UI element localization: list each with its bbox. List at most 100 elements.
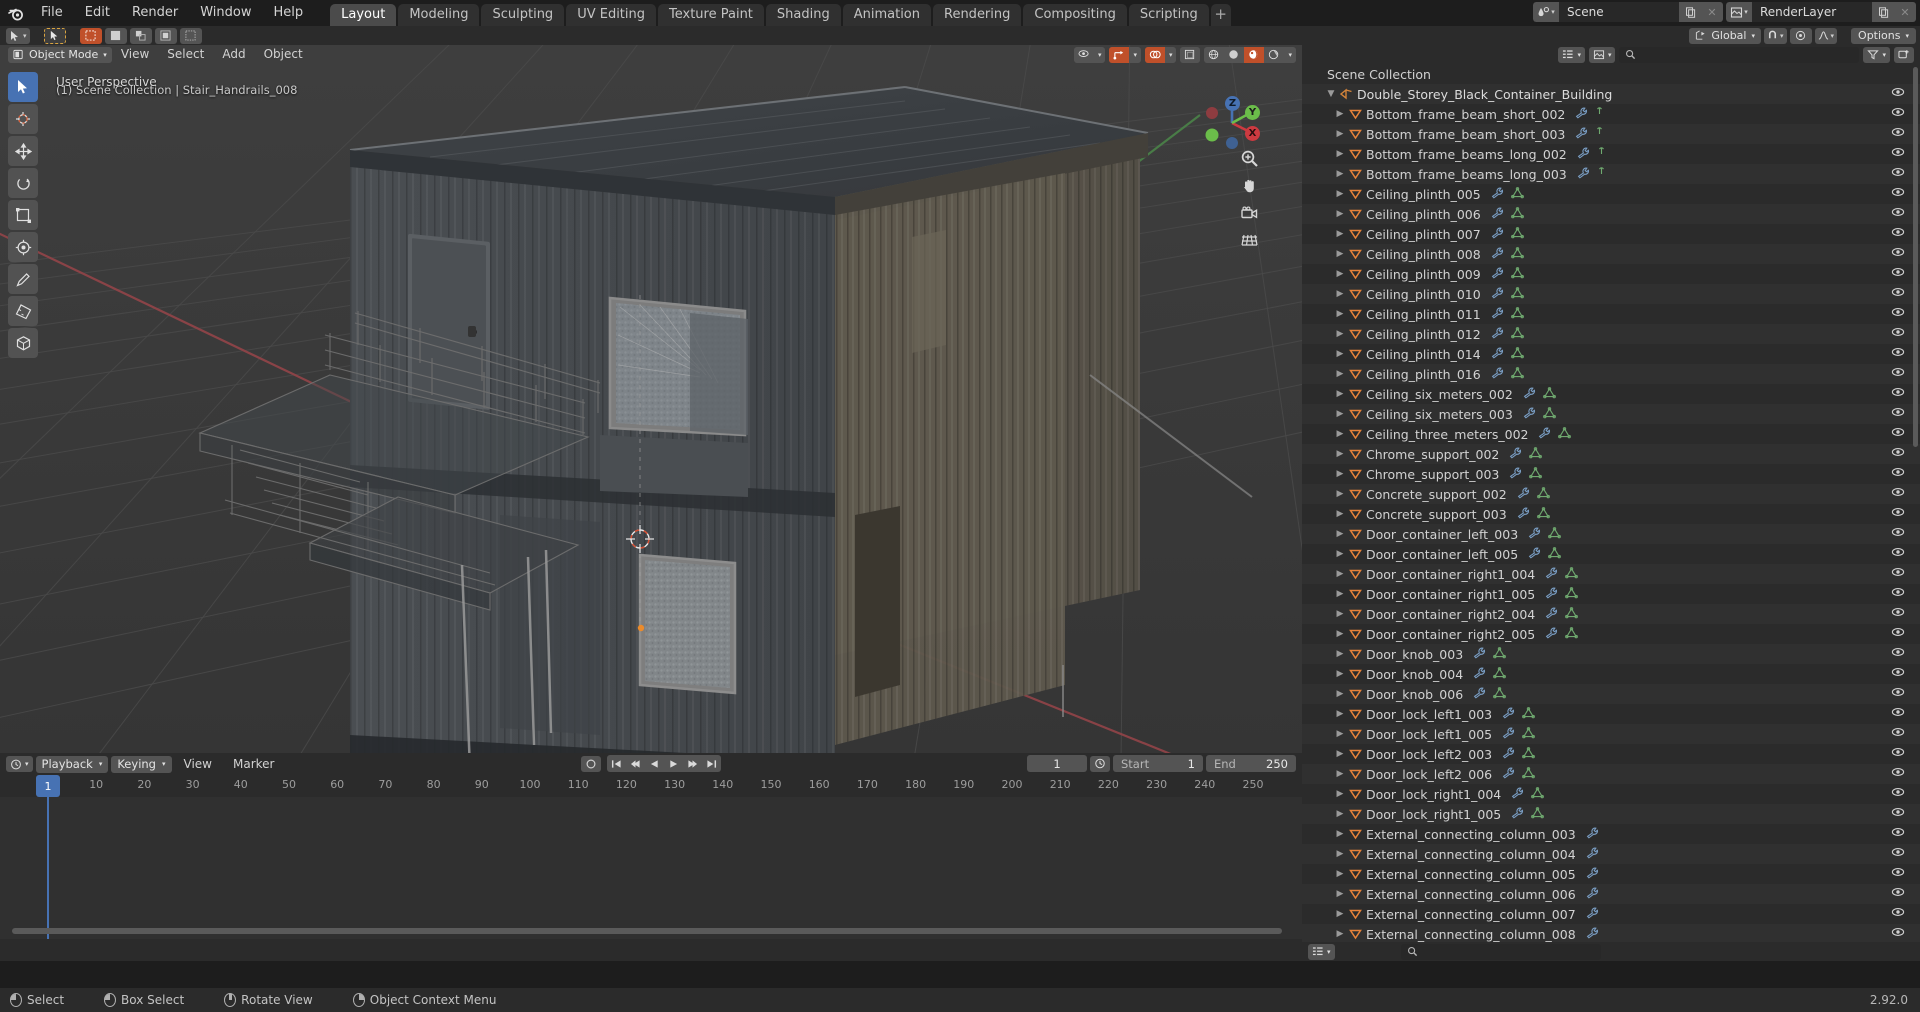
disclosure-triangle-icon[interactable]: ▶ [1333, 469, 1347, 479]
mesh-data-icon[interactable] [1522, 766, 1536, 782]
disclosure-triangle-icon[interactable]: ▶ [1333, 449, 1347, 459]
modifier-wrench-icon[interactable] [1491, 247, 1504, 262]
outliner-row-object[interactable]: ▶ External_connecting_column_004 [1302, 844, 1920, 864]
disclosure-triangle-icon[interactable]: ▶ [1333, 889, 1347, 899]
jump-to-end-button[interactable] [702, 755, 721, 772]
timeline-editor-type-icon[interactable]: ▾ [6, 756, 33, 772]
playback-dropdown[interactable]: Playback ▾ [35, 755, 109, 773]
hide-in-viewport-icon[interactable] [1891, 146, 1905, 161]
select-intersect-button[interactable] [179, 27, 202, 44]
hide-in-viewport-icon[interactable] [1891, 626, 1905, 641]
select-extend-button[interactable] [104, 27, 127, 44]
disclosure-triangle-icon[interactable]: ▶ [1333, 629, 1347, 639]
disclosure-triangle-icon[interactable]: ▶ [1333, 569, 1347, 579]
move-tool-icon[interactable] [8, 136, 38, 166]
mesh-data-icon[interactable] [1510, 346, 1524, 362]
outliner-row-object[interactable]: ▶ Door_lock_left1_005 [1302, 724, 1920, 744]
pan-hand-icon[interactable] [1236, 173, 1262, 199]
modifier-wrench-icon[interactable] [1491, 267, 1504, 282]
disclosure-triangle-icon[interactable]: ▼ [1324, 89, 1338, 99]
disclosure-triangle-icon[interactable]: ▶ [1333, 729, 1347, 739]
play-button[interactable] [664, 755, 683, 772]
outliner-row-object[interactable]: ▶ Door_container_left_003 [1302, 524, 1920, 544]
outliner-display-mode-dropdown[interactable]: ▾ [1588, 46, 1616, 63]
outliner-row-object[interactable]: ▶ Door_lock_left2_003 [1302, 744, 1920, 764]
material-preview-shading-icon[interactable] [1244, 46, 1265, 63]
outliner-search-input[interactable] [1619, 46, 1860, 63]
disclosure-triangle-icon[interactable]: ▶ [1333, 849, 1347, 859]
hide-in-viewport-icon[interactable] [1891, 486, 1905, 501]
jump-to-start-button[interactable] [607, 755, 626, 772]
hide-in-viewport-icon[interactable] [1891, 306, 1905, 321]
scale-tool-icon[interactable] [8, 200, 38, 230]
modifier-wrench-icon[interactable] [1491, 187, 1504, 202]
hide-in-viewport-icon[interactable] [1891, 566, 1905, 581]
timeline-playhead-label[interactable]: 1 [36, 775, 60, 797]
modifier-wrench-icon[interactable] [1511, 787, 1524, 802]
use-preview-range-icon[interactable] [1090, 755, 1110, 772]
mesh-data-icon[interactable] [1510, 326, 1524, 342]
disclosure-triangle-icon[interactable]: ▶ [1333, 229, 1347, 239]
blender-logo-icon[interactable] [0, 0, 30, 26]
modifier-wrench-icon[interactable] [1491, 207, 1504, 222]
mesh-data-icon[interactable] [1597, 166, 1606, 182]
outliner-row-object[interactable]: ▶ Chrome_support_003 [1302, 464, 1920, 484]
hide-in-viewport-icon[interactable] [1891, 426, 1905, 441]
mesh-data-icon[interactable] [1529, 466, 1543, 482]
modifier-wrench-icon[interactable] [1509, 447, 1522, 462]
filter-funnel-icon[interactable]: ▾ [1863, 46, 1890, 63]
timeline-scrollbar[interactable] [12, 928, 1282, 934]
auto-keying-button[interactable] [581, 755, 601, 772]
disclosure-triangle-icon[interactable]: ▶ [1333, 109, 1347, 119]
outliner-row-object[interactable]: ▶ Door_knob_004 [1302, 664, 1920, 684]
outliner-row-object[interactable]: ▶ Ceiling_plinth_006 [1302, 204, 1920, 224]
disclosure-triangle-icon[interactable]: ▶ [1333, 609, 1347, 619]
select-subtract-button[interactable] [129, 27, 152, 44]
new-view-layer-button[interactable] [1872, 2, 1894, 22]
outliner-row-object[interactable]: ▶ External_connecting_column_007 [1302, 904, 1920, 924]
proportional-edit-button[interactable] [1789, 27, 1812, 44]
mesh-data-icon[interactable] [1510, 306, 1524, 322]
menu-render[interactable]: Render [121, 0, 189, 26]
outliner-row-object[interactable]: ▶ Ceiling_plinth_014 [1302, 344, 1920, 364]
hide-in-viewport-icon[interactable] [1891, 846, 1905, 861]
hide-in-viewport-icon[interactable] [1891, 526, 1905, 541]
tab-animation[interactable]: Animation [842, 4, 931, 26]
rotate-tool-icon[interactable] [8, 168, 38, 198]
outliner-row-object[interactable]: ▶ External_connecting_column_008 [1302, 924, 1920, 942]
cursor-tool-icon[interactable] [8, 104, 38, 134]
view-layer-name[interactable]: RenderLayer [1752, 2, 1872, 22]
hide-in-viewport-icon[interactable] [1891, 806, 1905, 821]
disclosure-triangle-icon[interactable]: ▶ [1333, 649, 1347, 659]
modifier-wrench-icon[interactable] [1545, 607, 1558, 622]
modifier-wrench-icon[interactable] [1545, 587, 1558, 602]
disclosure-triangle-icon[interactable]: ▶ [1333, 289, 1347, 299]
transform-tool-icon[interactable] [8, 232, 38, 262]
modifier-wrench-icon[interactable] [1577, 147, 1590, 162]
hide-in-viewport-icon[interactable] [1891, 386, 1905, 401]
outliner-row-object[interactable]: ▶ Door_lock_right1_005 [1302, 804, 1920, 824]
gizmo-axis-z[interactable]: Z [1225, 96, 1240, 111]
viewport-menu-view[interactable]: View [112, 45, 158, 64]
outliner-row-object[interactable]: ▶ Ceiling_plinth_011 [1302, 304, 1920, 324]
visibility-group[interactable]: ▾ [1073, 46, 1106, 63]
disclosure-triangle-icon[interactable]: ▶ [1333, 349, 1347, 359]
outliner-row-object[interactable]: ▶ Door_container_left_005 [1302, 544, 1920, 564]
modifier-wrench-icon[interactable] [1511, 807, 1524, 822]
disclosure-triangle-icon[interactable]: ▶ [1333, 809, 1347, 819]
remove-scene-button[interactable]: ✕ [1701, 2, 1723, 22]
modifier-wrench-icon[interactable] [1545, 567, 1558, 582]
disclosure-triangle-icon[interactable]: ▶ [1333, 549, 1347, 559]
disclosure-triangle-icon[interactable]: ▶ [1333, 149, 1347, 159]
toggle-xray-icon[interactable] [1180, 47, 1200, 63]
outliner-row-object[interactable]: ▶ Concrete_support_003 [1302, 504, 1920, 524]
modifier-wrench-icon[interactable] [1545, 627, 1558, 642]
new-collection-icon[interactable] [1894, 46, 1914, 63]
menu-edit[interactable]: Edit [74, 0, 121, 26]
mesh-data-icon[interactable] [1510, 266, 1524, 282]
outliner-row-object[interactable]: ▶ Door_lock_left2_006 [1302, 764, 1920, 784]
disclosure-triangle-icon[interactable]: ▶ [1333, 829, 1347, 839]
menu-file[interactable]: File [30, 0, 74, 26]
disclosure-triangle-icon[interactable]: ▶ [1333, 189, 1347, 199]
disclosure-triangle-icon[interactable]: ▶ [1333, 709, 1347, 719]
